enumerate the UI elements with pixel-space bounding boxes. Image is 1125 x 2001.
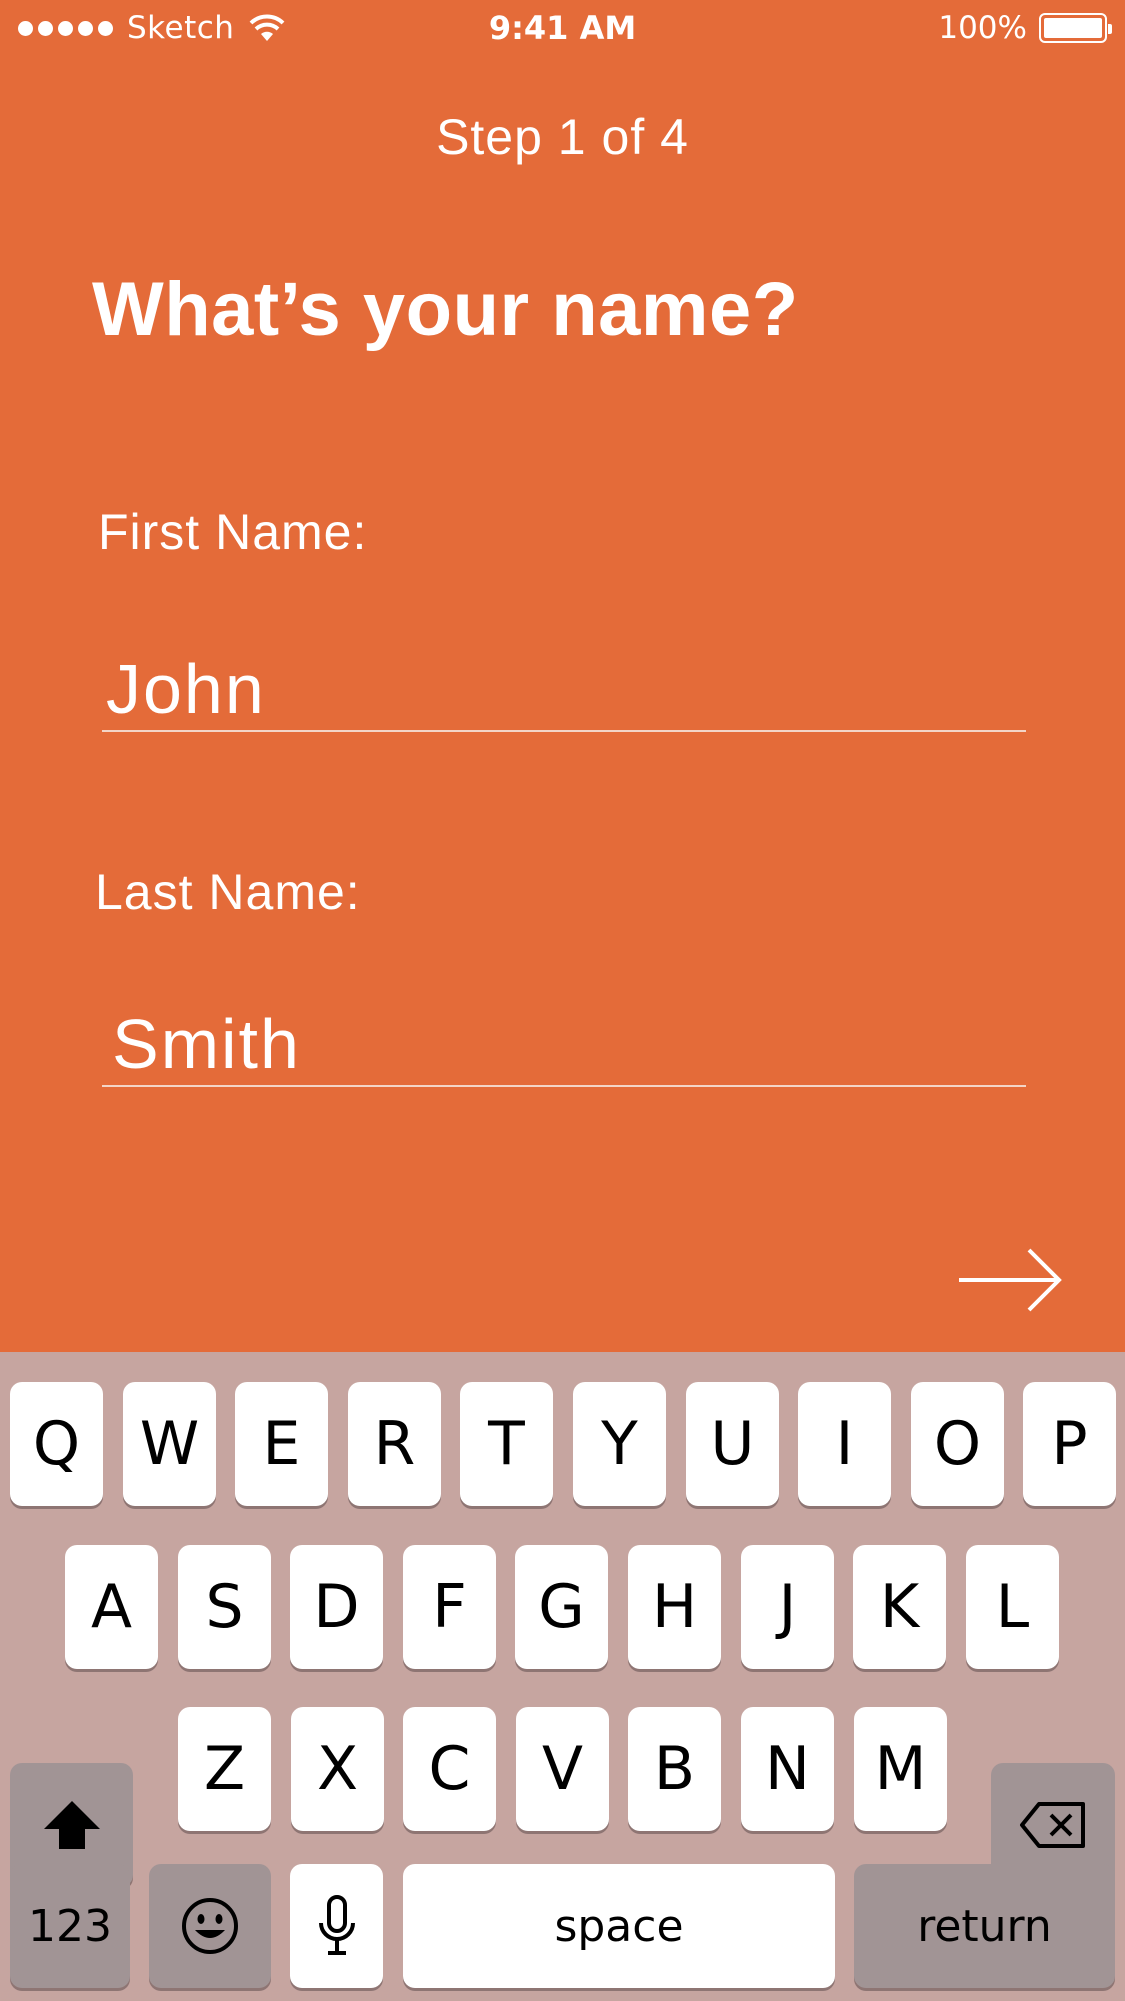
space-key[interactable]: space	[403, 1864, 835, 1988]
key-o[interactable]: O	[911, 1382, 1004, 1506]
microphone-key[interactable]	[290, 1864, 383, 1988]
key-q[interactable]: Q	[10, 1382, 103, 1506]
delete-icon	[1020, 1802, 1085, 1848]
microphone-icon	[318, 1895, 355, 1955]
key-f[interactable]: F	[403, 1545, 496, 1669]
key-b[interactable]: B	[628, 1707, 721, 1831]
key-a[interactable]: A	[65, 1545, 158, 1669]
numbers-key[interactable]: 123	[10, 1864, 130, 1988]
key-y[interactable]: Y	[573, 1382, 666, 1506]
key-j[interactable]: J	[741, 1545, 834, 1669]
last-name-label: Last Name:	[95, 864, 361, 920]
key-n[interactable]: N	[741, 1707, 834, 1831]
key-m[interactable]: M	[854, 1707, 947, 1831]
key-g[interactable]: G	[515, 1545, 608, 1669]
return-key[interactable]: return	[854, 1864, 1115, 1988]
key-k[interactable]: K	[853, 1545, 946, 1669]
battery-icon	[1039, 13, 1112, 43]
key-h[interactable]: H	[628, 1545, 721, 1669]
emoji-icon	[182, 1898, 238, 1954]
key-x[interactable]: X	[291, 1707, 384, 1831]
battery-percentage: 100%	[938, 10, 1027, 46]
key-r[interactable]: R	[348, 1382, 441, 1506]
key-s[interactable]: S	[178, 1545, 271, 1669]
key-z[interactable]: Z	[178, 1707, 271, 1831]
key-u[interactable]: U	[686, 1382, 779, 1506]
status-bar: Sketch 9:41 AM 100%	[0, 0, 1125, 62]
key-p[interactable]: P	[1023, 1382, 1116, 1506]
last-name-field[interactable]	[102, 1003, 1026, 1087]
page-title: What’s your name?	[92, 267, 799, 352]
key-w[interactable]: W	[123, 1382, 216, 1506]
key-i[interactable]: I	[798, 1382, 891, 1506]
key-c[interactable]: C	[403, 1707, 496, 1831]
key-e[interactable]: E	[235, 1382, 328, 1506]
key-v[interactable]: V	[516, 1707, 609, 1831]
status-right: 100%	[938, 10, 1112, 46]
first-name-label: First Name:	[98, 504, 368, 560]
keyboard: 123 space return QWERTYUIOP ASDFGHJKL ZXCV…	[0, 1352, 1125, 2001]
key-d[interactable]: D	[290, 1545, 383, 1669]
first-name-field[interactable]	[102, 648, 1026, 732]
key-l[interactable]: L	[966, 1545, 1059, 1669]
emoji-key[interactable]	[149, 1864, 271, 1988]
key-t[interactable]: T	[460, 1382, 553, 1506]
shift-icon	[43, 1801, 100, 1849]
arrow-right-icon	[959, 1248, 1062, 1312]
step-indicator: Step 1 of 4	[436, 109, 689, 165]
next-button[interactable]	[955, 1245, 1065, 1315]
